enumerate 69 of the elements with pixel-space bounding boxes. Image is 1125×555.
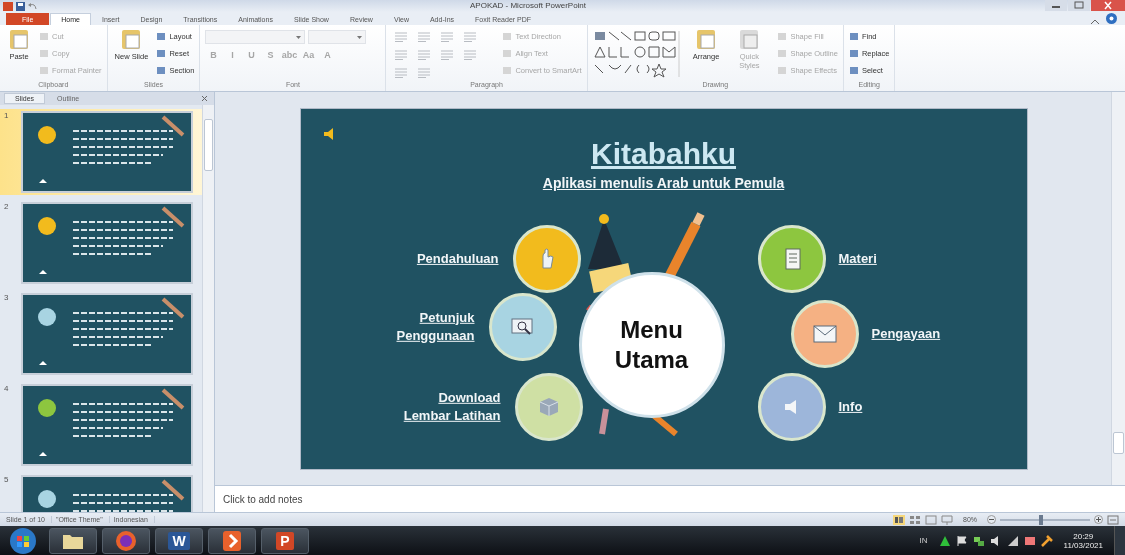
command-icon: [502, 49, 513, 58]
dropdown-caret-icon: [357, 36, 363, 39]
powerpoint-icon[interactable]: [3, 1, 13, 11]
clipboard-icon: [7, 28, 31, 50]
clock-time[interactable]: 20:29: [1073, 531, 1094, 541]
language-indicator[interactable]: IN: [919, 536, 928, 545]
menu-link[interactable]: Petunjuk Penggunaan: [396, 308, 475, 345]
signal-icon[interactable]: [1006, 534, 1019, 547]
browser-taskbar-button[interactable]: [102, 527, 150, 554]
reading-view-icon[interactable]: [925, 514, 937, 525]
command-icon: [156, 66, 167, 75]
slide-sorter-icon[interactable]: [909, 514, 921, 525]
menu-link[interactable]: Pengayaan: [871, 324, 941, 343]
start-button[interactable]: [8, 526, 38, 555]
command-icon: [502, 66, 513, 75]
slide-number: 3: [4, 293, 10, 304]
minimize-icon[interactable]: [1045, 0, 1067, 11]
app-icon: [222, 529, 242, 552]
zoom-in-icon[interactable]: [1094, 515, 1103, 524]
command-icon: [848, 49, 859, 58]
search-icon: [510, 316, 535, 337]
close-icon[interactable]: [201, 95, 208, 102]
command-icon: [502, 32, 513, 41]
menu-link[interactable]: Download Lembar Latihan: [403, 388, 501, 425]
menu-link[interactable]: Materi: [838, 249, 877, 268]
close-icon[interactable]: [1091, 0, 1125, 11]
center-text: Menu Utama: [614, 314, 689, 375]
envelope-icon: [812, 324, 837, 343]
slide-number: 4: [4, 384, 10, 395]
scrollbar[interactable]: [202, 105, 214, 512]
browser-icon: [115, 529, 137, 552]
dropdown-caret-icon: [296, 36, 302, 39]
slide-subtitle: Aplikasi menulis Arab untuk Pemula: [541, 174, 786, 191]
slide-number: 5: [4, 475, 10, 486]
help-icon[interactable]: [1106, 13, 1117, 24]
slide-list-item[interactable]: 1: [0, 109, 202, 195]
word-taskbar-button[interactable]: W: [155, 527, 203, 554]
zoom-slider[interactable]: [1038, 514, 1043, 525]
command-icon: [156, 32, 167, 41]
powerpoint-taskbar-button[interactable]: P: [261, 527, 309, 554]
window-title: APOKAD - Microsoft PowerPoint: [470, 1, 587, 10]
command-icon: [777, 32, 788, 41]
wrench-icon[interactable]: [1040, 534, 1053, 547]
triangle-icon[interactable]: [938, 534, 951, 547]
scrollbar[interactable]: [1111, 92, 1125, 485]
app-taskbar-button[interactable]: [208, 527, 256, 554]
clock-date[interactable]: 11/03/2021: [1063, 540, 1103, 550]
collapse-ribbon-icon[interactable]: [1091, 19, 1099, 25]
command-icon: [848, 66, 859, 75]
menu-link[interactable]: Pendahuluan: [416, 249, 499, 268]
slide-title: Kitabahku: [590, 136, 737, 171]
notes-field[interactable]: Click to add notes: [215, 493, 1125, 505]
save-icon[interactable]: [16, 1, 25, 11]
menu-link[interactable]: Info: [838, 397, 863, 416]
command-icon: [156, 49, 167, 58]
cube-icon: [538, 396, 559, 417]
notes-field[interactable]: Click to add notes: [215, 485, 1125, 512]
fit-to-window-icon[interactable]: [1107, 514, 1119, 525]
command-icon: [848, 32, 859, 41]
slide-number: 1: [4, 111, 10, 122]
folder-taskbar-button[interactable]: [49, 527, 97, 554]
command-icon: [777, 66, 788, 75]
zoom-out-icon[interactable]: [987, 515, 996, 524]
slideshow-icon[interactable]: [941, 514, 953, 525]
slide-number: 2: [4, 202, 10, 213]
network-icon[interactable]: [972, 534, 985, 547]
undo-icon[interactable]: [28, 1, 37, 11]
normal-view-icon[interactable]: [893, 514, 905, 525]
command-icon: [777, 49, 788, 58]
